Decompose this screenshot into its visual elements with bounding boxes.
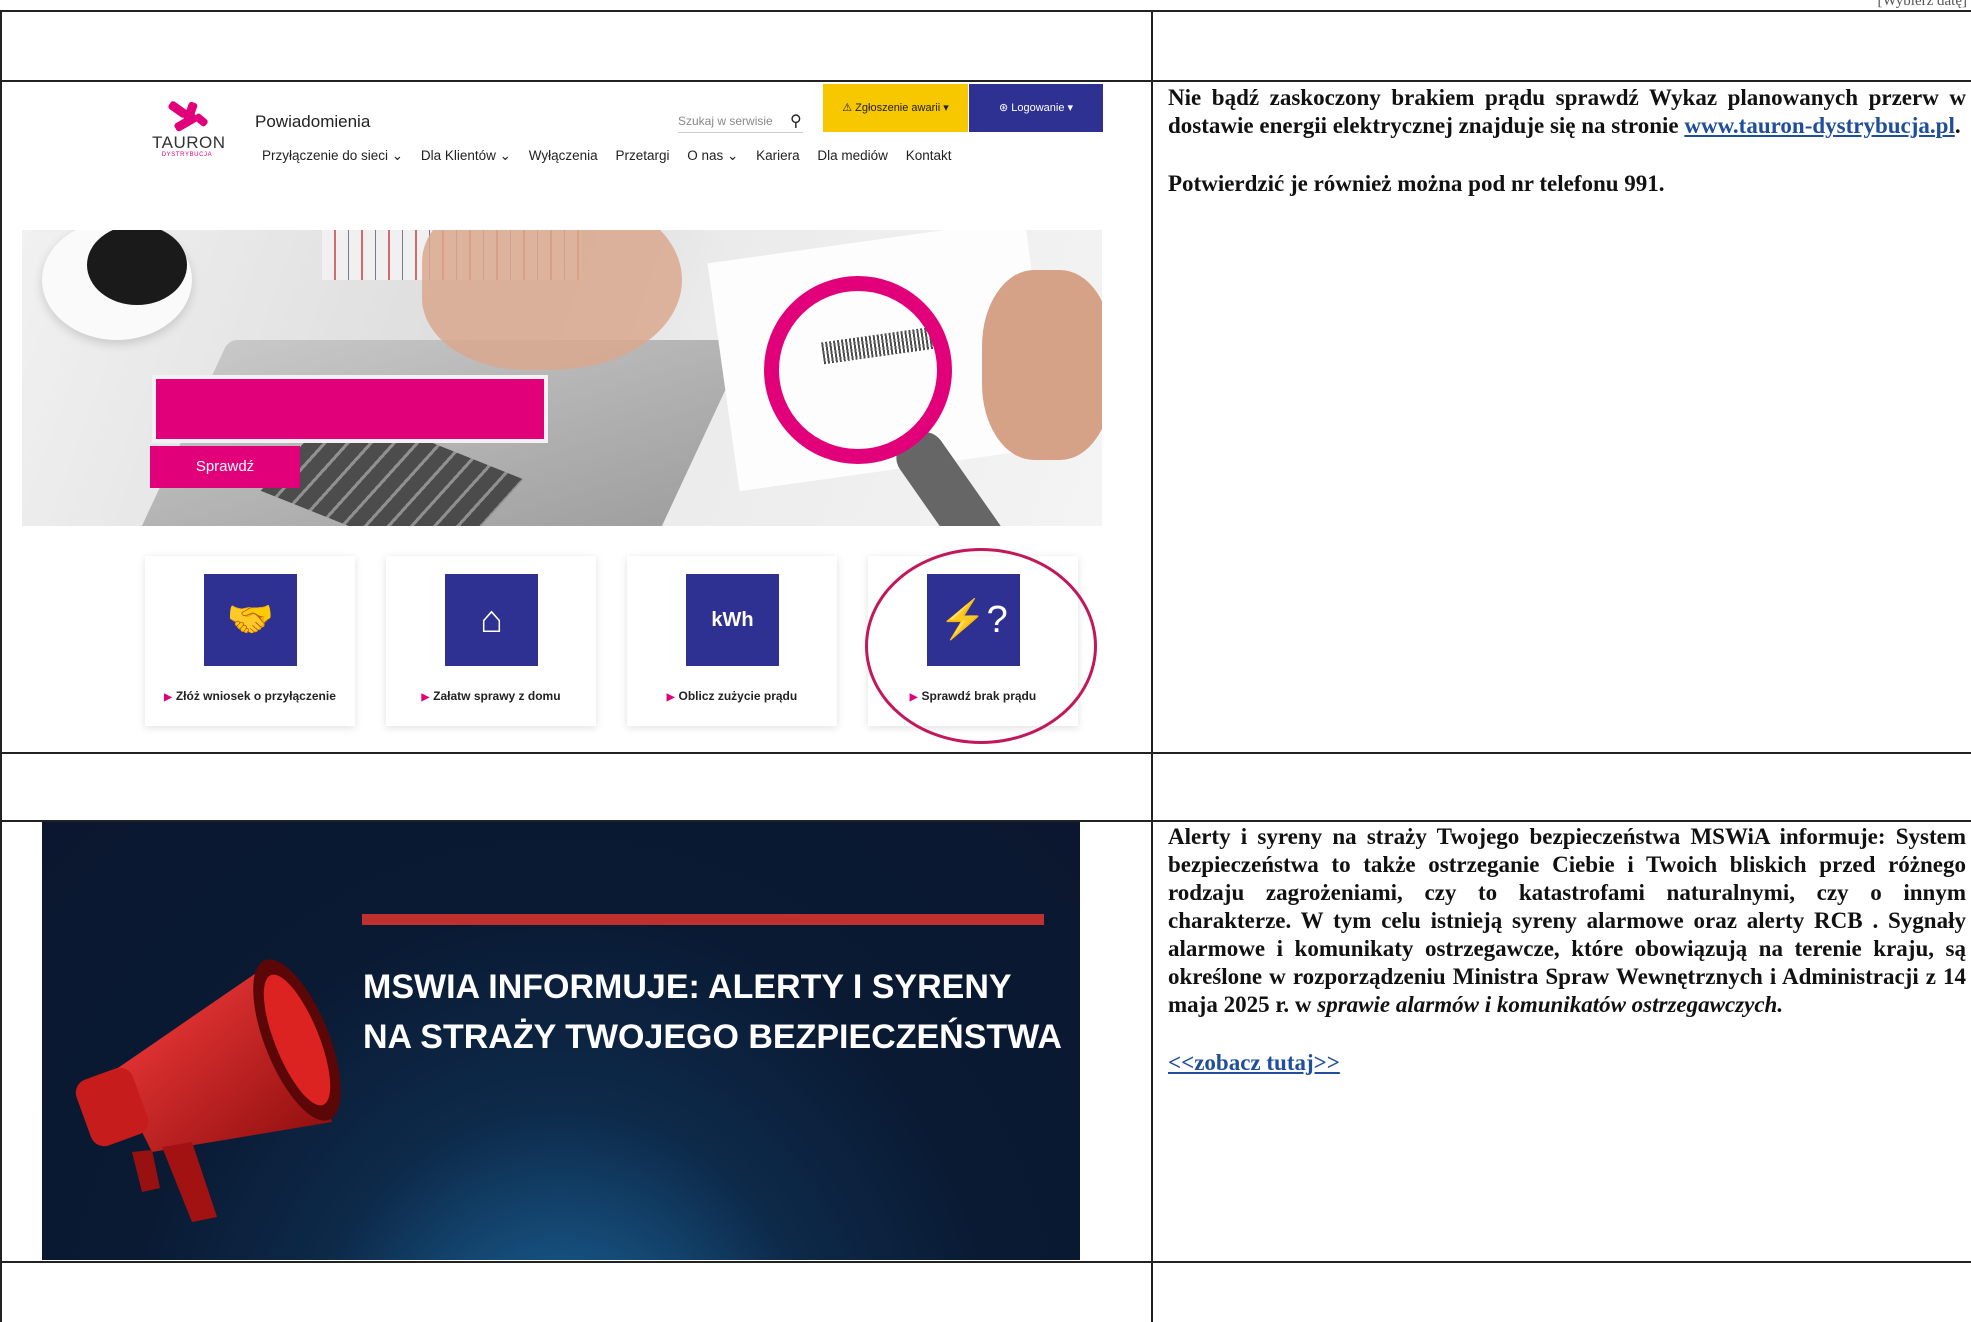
tauron-logo-mark bbox=[164, 100, 210, 134]
hero-image: Sprawdź bbox=[22, 230, 1102, 526]
phone-info: Potwierdzić je również można pod nr tele… bbox=[1168, 171, 1665, 196]
nav-item-kariera[interactable]: Kariera bbox=[756, 148, 800, 163]
kwh-plug-icon: kWh bbox=[686, 574, 779, 666]
nav-item-dla-klientow[interactable]: Dla Klientów ⌄ bbox=[421, 148, 511, 163]
tile-handle-from-home[interactable]: ⌂ ▶ Załatw sprawy z domu bbox=[386, 556, 596, 726]
search-input[interactable]: Szukaj w serwisie bbox=[678, 110, 803, 133]
table-border bbox=[0, 10, 1971, 12]
hero-banner-box bbox=[152, 375, 548, 443]
tile-calculate-usage[interactable]: kWh ▶ Oblicz zużycie prądu bbox=[627, 556, 837, 726]
table-border bbox=[0, 10, 2, 1322]
banner-headline: MSWIA INFORMUJE: ALERTY I SYRENY NA STRA… bbox=[363, 968, 1062, 1056]
see-here-link[interactable]: <<zobacz tutaj>> bbox=[1168, 1050, 1340, 1075]
date-placeholder[interactable]: [Wybierz datę] bbox=[1878, 0, 1967, 10]
nav-item-przetargi[interactable]: Przetargi bbox=[615, 148, 669, 163]
alerts-info-text: Alerty i syreny na straży Twojego bezpie… bbox=[1168, 824, 1966, 1075]
magnifier-icon bbox=[764, 276, 952, 464]
nav-item-dla-mediow[interactable]: Dla mediów bbox=[817, 148, 888, 163]
tauron-logo: TAURON DYSTRYBUCJA bbox=[152, 100, 225, 158]
highlight-circle bbox=[865, 548, 1097, 744]
outage-info-text: Nie bądź zaskoczony brakiem prądu sprawd… bbox=[1168, 85, 1967, 196]
main-nav: Przyłączenie do sieci ⌄ Dla Klientów ⌄ W… bbox=[262, 148, 965, 164]
check-button[interactable]: Sprawdź bbox=[150, 446, 300, 488]
nav-item-o-nas[interactable]: O nas ⌄ bbox=[687, 148, 738, 163]
mswia-banner: MSWIA INFORMUJE: ALERTY I SYRENY NA STRA… bbox=[42, 822, 1080, 1260]
search-icon[interactable]: ⚲ bbox=[790, 111, 802, 131]
table-border bbox=[0, 1261, 1971, 1263]
meter-house-icon: ⌂ bbox=[445, 574, 538, 666]
tauron-link[interactable]: www.tauron-dystrybucja.pl bbox=[1684, 113, 1955, 138]
banner-accent-bar bbox=[362, 914, 1044, 925]
nav-item-wylaczenia[interactable]: Wyłączenia bbox=[529, 148, 598, 163]
handshake-lightbulb-icon: 🤝 bbox=[204, 574, 297, 666]
report-outage-button[interactable]: ⚠ Zgłoszenie awarii ▾ bbox=[823, 84, 968, 132]
login-button[interactable]: ⊛ Logowanie ▾ bbox=[969, 84, 1103, 132]
table-border bbox=[0, 752, 1971, 754]
nav-item-przylaczenie[interactable]: Przyłączenie do sieci ⌄ bbox=[262, 148, 403, 163]
nav-item-kontakt[interactable]: Kontakt bbox=[906, 148, 952, 163]
tile-connection-request[interactable]: 🤝 ▶ Złóż wniosek o przyłączenie bbox=[145, 556, 355, 726]
site-title: Powiadomienia bbox=[255, 112, 371, 131]
megaphone-icon bbox=[75, 959, 341, 1222]
table-border bbox=[1151, 10, 1153, 1322]
tauron-screenshot: TAURON DYSTRYBUCJA Powiadomienia Przyłąc… bbox=[22, 82, 1103, 750]
